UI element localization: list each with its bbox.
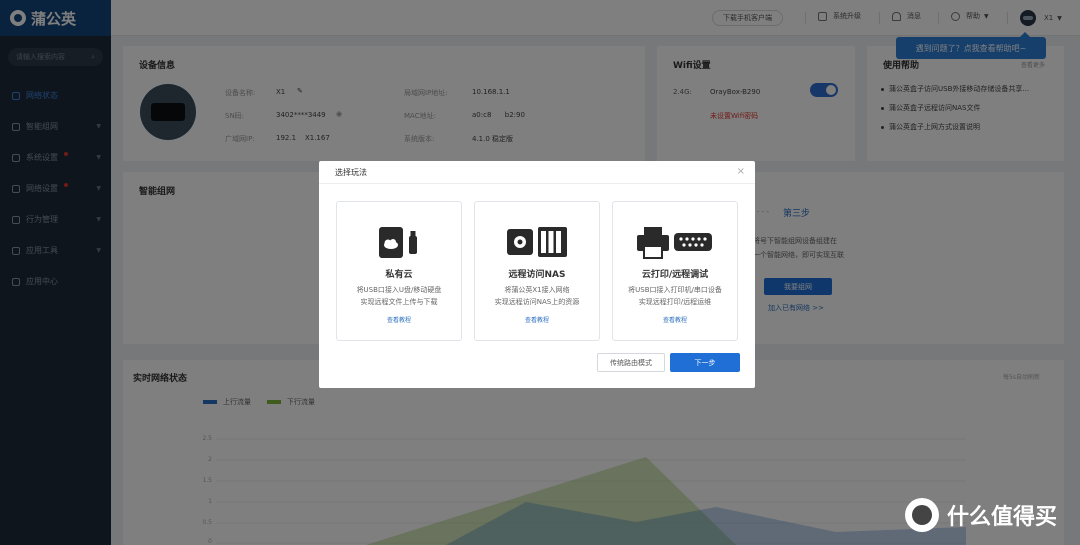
option-icons	[475, 224, 599, 260]
nas-icon	[507, 227, 567, 257]
option-desc: 将USB口接入打印机/串口设备 实现远程打印/远程运维	[613, 284, 737, 308]
option-icons	[337, 224, 461, 260]
button-label: 下一步	[694, 358, 716, 367]
option-desc-line: 实现远程打印/远程运维	[638, 298, 712, 306]
option-desc-line: 实现远程访问NAS上的资源	[494, 298, 580, 306]
option-cloud-print[interactable]: 云打印/远程调试 将USB口接入打印机/串口设备 实现远程打印/远程运维 查看教…	[612, 201, 738, 341]
option-icons	[613, 224, 737, 260]
printer-serial-icon	[637, 227, 712, 259]
next-step-button[interactable]: 下一步	[670, 353, 740, 372]
dialog-header: 选择玩法 ×	[319, 161, 755, 184]
cloud-drive-icon	[379, 227, 417, 258]
watermark-logo-icon	[905, 498, 939, 532]
traditional-router-mode-button[interactable]: 传统路由模式	[597, 353, 665, 372]
choose-mode-dialog: 选择玩法 × 私有云 将USB口接入U盘/移动硬盘 实现远程文件上传与下载 查看…	[319, 161, 755, 388]
option-desc: 将蒲公英X1接入网络 实现远程访问NAS上的资源	[475, 284, 599, 308]
view-tutorial-link[interactable]: 查看教程	[475, 315, 599, 324]
view-tutorial-link[interactable]: 查看教程	[613, 315, 737, 324]
button-label: 传统路由模式	[610, 358, 652, 367]
watermark: 什么值得买	[905, 498, 1057, 532]
option-title: 私有云	[385, 270, 413, 280]
view-tutorial-link[interactable]: 查看教程	[337, 315, 461, 324]
option-private-cloud[interactable]: 私有云 将USB口接入U盘/移动硬盘 实现远程文件上传与下载 查看教程	[336, 201, 462, 341]
option-desc: 将USB口接入U盘/移动硬盘 实现远程文件上传与下载	[337, 284, 461, 308]
close-icon[interactable]: ×	[737, 166, 745, 177]
option-remote-nas[interactable]: 远程访问NAS 将蒲公英X1接入网络 实现远程访问NAS上的资源 查看教程	[474, 201, 600, 341]
option-desc-line: 将USB口接入打印机/串口设备	[628, 286, 722, 294]
option-desc-line: 将USB口接入U盘/移动硬盘	[356, 286, 442, 294]
option-desc-line: 将蒲公英X1接入网络	[504, 286, 570, 294]
option-title: 远程访问NAS	[508, 270, 566, 280]
watermark-text: 什么值得买	[947, 505, 1058, 530]
option-title: 云打印/远程调试	[641, 270, 709, 280]
option-desc-line: 实现远程文件上传与下载	[360, 298, 438, 306]
dialog-title: 选择玩法	[335, 167, 367, 177]
